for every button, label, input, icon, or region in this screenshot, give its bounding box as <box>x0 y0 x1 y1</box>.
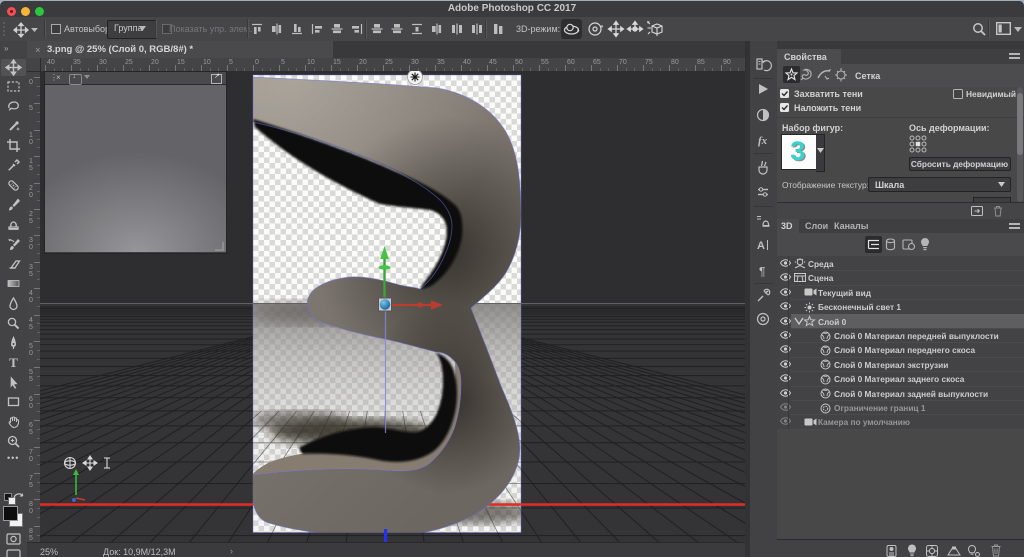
svg-text:fx: fx <box>758 135 768 147</box>
svg-text:A: A <box>757 240 765 252</box>
svg-text:T: T <box>9 355 18 370</box>
svg-text:¶: ¶ <box>759 265 765 279</box>
